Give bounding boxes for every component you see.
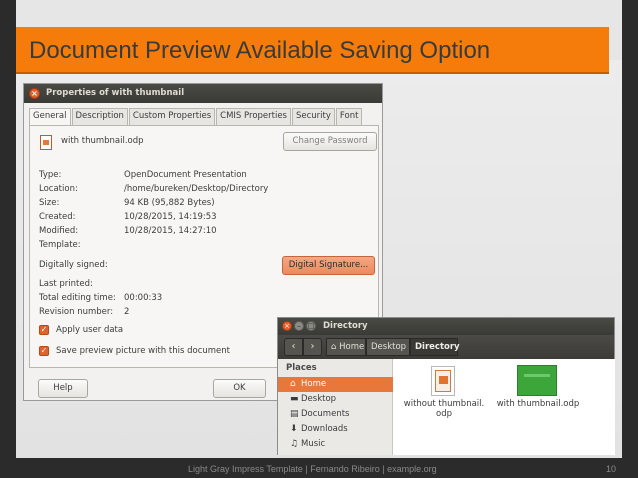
- size-value: 94 KB (95,882 Bytes): [124, 198, 215, 208]
- directory-title: Directory: [323, 321, 368, 331]
- change-password-button[interactable]: Change Password: [283, 132, 377, 151]
- maximize-icon[interactable]: □: [306, 321, 316, 331]
- revision-value: 2: [124, 307, 130, 317]
- directory-toolbar: ‹ › ⌂ Home Desktop Directory: [278, 335, 614, 359]
- save-preview-checkbox[interactable]: ✓: [39, 346, 49, 356]
- dialog-titlebar: × Properties of with thumbnail: [24, 84, 382, 103]
- forward-arrow-icon[interactable]: ›: [303, 338, 322, 356]
- sidebar-item-label: Music: [301, 439, 326, 449]
- places-sidebar: Places ⌂ Home ▬ Desktop ▤ Documents ⬇ Downlo…: [278, 359, 393, 455]
- sidebar-item-label: Downloads: [301, 424, 348, 434]
- minimize-icon[interactable]: –: [294, 321, 304, 331]
- size-label: Size:: [39, 198, 60, 208]
- file-name: with thumbnail.odp: [61, 136, 144, 146]
- location-value: /home/bureken/Desktop/Directory: [124, 184, 269, 194]
- home-icon: ⌂: [331, 342, 337, 352]
- editing-time-label: Total editing time:: [39, 293, 116, 303]
- document-icon: ▤: [290, 409, 299, 419]
- back-arrow-icon[interactable]: ‹: [284, 338, 303, 356]
- file-view: without thumbnail. odp with thumbnail.odp: [393, 359, 615, 455]
- breadcrumb-directory[interactable]: Directory: [410, 338, 460, 356]
- help-button[interactable]: Help: [38, 379, 88, 398]
- sidebar-item-music[interactable]: ♫ Music: [278, 437, 393, 452]
- sidebar-item-home[interactable]: ⌂ Home: [278, 377, 393, 392]
- sidebar-item-label: Desktop: [301, 394, 337, 404]
- presentation-file-icon[interactable]: [431, 366, 455, 396]
- sidebar-item-label: Documents: [301, 409, 350, 419]
- editing-time-value: 00:00:33: [124, 293, 163, 303]
- download-icon: ⬇: [290, 424, 298, 434]
- dialog-title: Properties of with thumbnail: [46, 88, 185, 98]
- revision-label: Revision number:: [39, 307, 114, 317]
- thumbnail-preview-icon[interactable]: [517, 365, 557, 396]
- digitally-signed-label: Digitally signed:: [39, 260, 108, 270]
- tab-description[interactable]: Description: [71, 108, 128, 125]
- digital-signature-button[interactable]: Digital Signature...: [282, 256, 375, 275]
- template-label: Template:: [39, 240, 81, 250]
- directory-window: × – □ Directory ‹ › ⌂ Home Desktop Direc…: [277, 317, 615, 455]
- document-icon: [40, 135, 52, 150]
- tab-security[interactable]: Security: [292, 108, 335, 125]
- tab-font[interactable]: Font: [335, 108, 363, 125]
- tab-general[interactable]: General: [29, 108, 71, 126]
- save-preview-label: Save preview picture with this document: [56, 346, 230, 356]
- created-label: Created:: [39, 212, 76, 222]
- footer-text: Light Gray Impress Template | Fernando R…: [188, 464, 437, 474]
- directory-titlebar: × – □ Directory: [278, 318, 614, 335]
- slide: Document Preview Available Saving Option…: [16, 0, 622, 478]
- apply-user-data-checkbox[interactable]: ✓: [39, 325, 49, 335]
- created-value: 10/28/2015, 14:19:53: [124, 212, 217, 222]
- apply-user-data-label: Apply user data: [56, 325, 124, 335]
- places-header: Places: [286, 363, 317, 373]
- breadcrumb-home-label: Home: [339, 342, 365, 352]
- modified-value: 10/28/2015, 14:27:10: [124, 226, 217, 236]
- type-label: Type:: [39, 170, 62, 180]
- tab-custom-properties[interactable]: Custom Properties: [128, 108, 216, 125]
- close-icon[interactable]: ×: [29, 88, 40, 99]
- location-label: Location:: [39, 184, 78, 194]
- breadcrumb-home[interactable]: ⌂ Home: [326, 338, 366, 356]
- sidebar-item-label: Home: [301, 379, 327, 389]
- type-value: OpenDocument Presentation: [124, 170, 247, 180]
- slide-title-bar: Document Preview Available Saving Option: [16, 27, 609, 74]
- home-icon: ⌂: [290, 379, 296, 389]
- file-label-with-thumbnail[interactable]: with thumbnail.odp: [493, 399, 583, 409]
- sidebar-item-documents[interactable]: ▤ Documents: [278, 407, 393, 422]
- folder-icon: ▬: [290, 394, 299, 404]
- file-label-without-thumbnail[interactable]: without thumbnail. odp: [401, 399, 487, 419]
- ok-button[interactable]: OK: [213, 379, 266, 398]
- modified-label: Modified:: [39, 226, 79, 236]
- tab-cmis-properties[interactable]: CMIS Properties: [216, 108, 291, 125]
- close-icon[interactable]: ×: [282, 321, 292, 331]
- slide-footer: Light Gray Impress Template | Fernando R…: [16, 458, 622, 478]
- page-number: 10: [605, 464, 616, 474]
- sidebar-item-desktop[interactable]: ▬ Desktop: [278, 392, 393, 407]
- last-printed-label: Last printed:: [39, 279, 93, 289]
- slide-title: Document Preview Available Saving Option: [29, 37, 491, 64]
- sidebar-item-downloads[interactable]: ⬇ Downloads: [278, 422, 393, 437]
- music-icon: ♫: [290, 439, 299, 449]
- breadcrumb-desktop[interactable]: Desktop: [366, 338, 410, 356]
- tab-bar: General Description Custom Properties CM…: [29, 108, 363, 126]
